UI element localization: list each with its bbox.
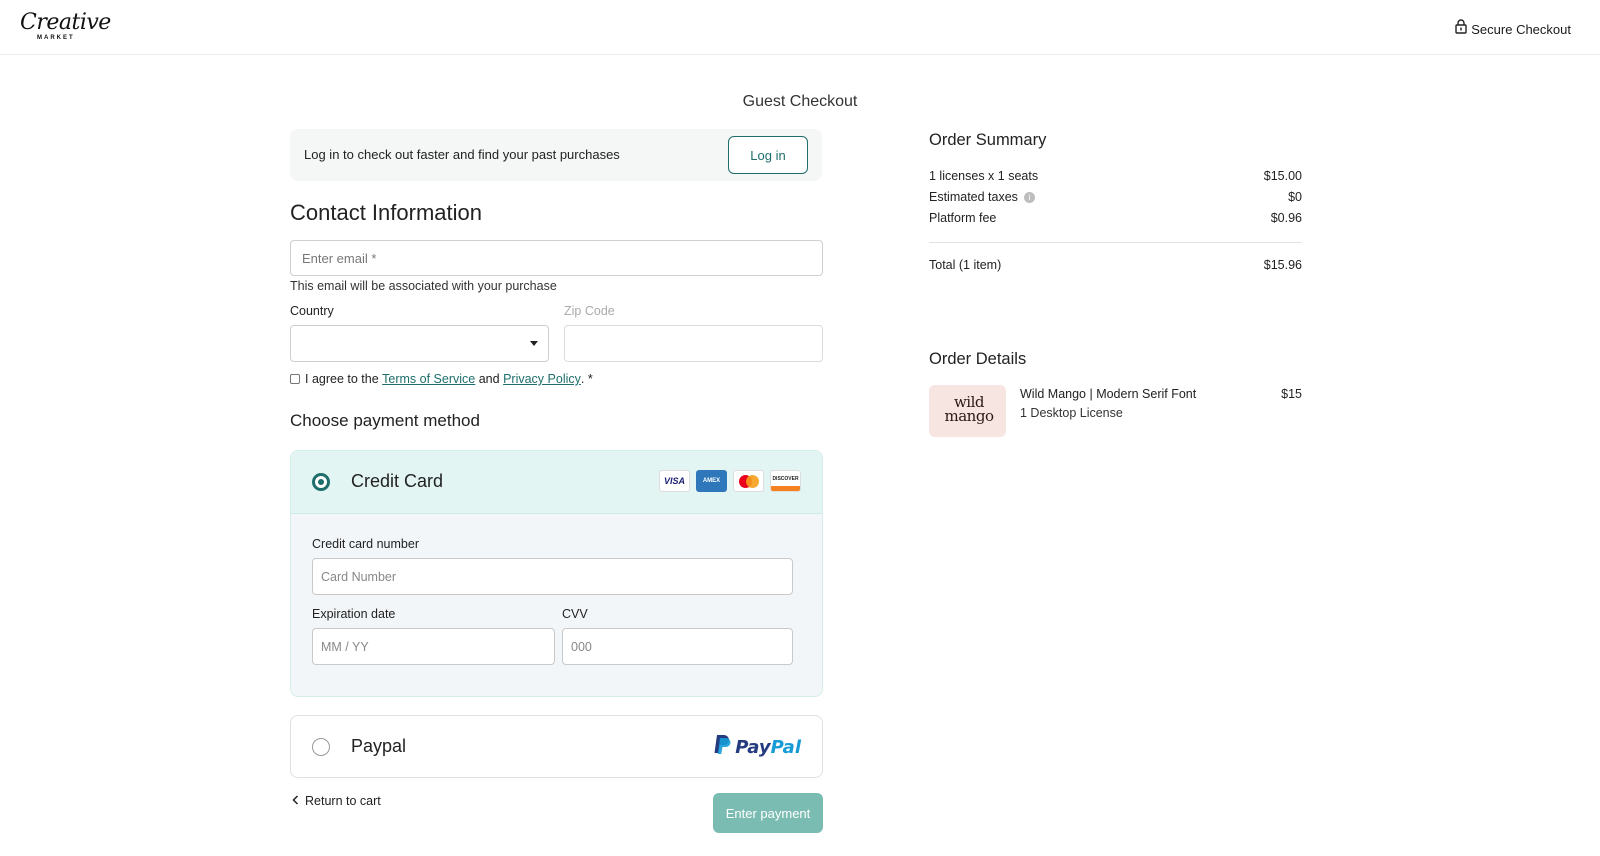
terms-checkbox[interactable]	[290, 374, 300, 384]
summary-label: 1 licenses x 1 seats	[929, 169, 1039, 183]
secure-checkout-label: Secure Checkout	[1471, 21, 1571, 37]
summary-divider	[929, 242, 1302, 243]
zip-code-label: Zip Code	[564, 304, 615, 318]
summary-value: $15.00	[1263, 169, 1302, 183]
credit-card-radio[interactable]	[312, 473, 330, 491]
return-to-cart-label: Return to cart	[305, 794, 381, 808]
card-number-field[interactable]	[312, 558, 793, 595]
mastercard-icon	[733, 470, 764, 492]
expiration-date-label: Expiration date	[312, 607, 396, 621]
terms-agreement: I agree to the Terms of Service and Priv…	[290, 372, 593, 386]
creative-market-logo[interactable]: Creative MARKET	[20, 10, 111, 44]
expiration-date-field[interactable]	[312, 628, 555, 665]
return-to-cart-link[interactable]: Return to cart	[292, 794, 381, 808]
summary-row-licenses: 1 licenses x 1 seats $15.00	[929, 169, 1302, 183]
discover-icon: DISCOVER	[770, 470, 801, 492]
log-in-button[interactable]: Log in	[728, 136, 808, 174]
total-value: $15.96	[1263, 258, 1302, 272]
paypal-option[interactable]: Paypal PayPal	[290, 715, 823, 778]
paypal-wordmark: PayPal	[735, 737, 801, 758]
login-banner-text: Log in to check out faster and find your…	[304, 147, 620, 162]
paypal-radio[interactable]	[312, 738, 330, 756]
agree-prefix: I agree to the	[305, 372, 379, 386]
product-thumbnail-art: wild mango	[941, 395, 997, 425]
order-details-heading: Order Details	[929, 350, 1027, 368]
paypal-word-pay: Pay	[735, 737, 771, 758]
summary-value: $0.96	[1270, 211, 1302, 225]
info-icon[interactable]: i	[1023, 192, 1035, 203]
email-hint: This email will be associated with your …	[290, 279, 557, 293]
card-brand-logos: VISA AMEX DISCOVER	[659, 470, 801, 492]
card-number-label: Credit card number	[312, 537, 419, 551]
credit-card-panel: Credit Card VISA AMEX DISCOVER Credit ca…	[290, 450, 823, 697]
paypal-logo: PayPal	[712, 734, 801, 761]
agree-and: and	[478, 372, 500, 386]
terms-of-service-link[interactable]: Terms of Service	[382, 372, 475, 386]
lock-icon	[1455, 19, 1467, 39]
caret-down-icon	[530, 341, 538, 346]
country-select[interactable]	[290, 325, 549, 362]
credit-card-option[interactable]: Credit Card VISA AMEX DISCOVER	[291, 451, 822, 514]
cvv-field[interactable]	[562, 628, 793, 665]
summary-row-taxes: Estimated taxes i $0	[929, 190, 1302, 204]
product-thumbnail[interactable]: wild mango	[929, 385, 1006, 437]
product-price: $15	[1281, 387, 1302, 401]
summary-label: Platform fee	[929, 211, 997, 225]
summary-label: Estimated taxes	[929, 190, 1018, 204]
order-summary-heading: Order Summary	[929, 131, 1047, 149]
contact-information-heading: Contact Information	[290, 200, 482, 225]
summary-row-total: Total (1 item) $15.96	[929, 258, 1302, 272]
privacy-policy-link[interactable]: Privacy Policy	[503, 372, 581, 386]
summary-row-platform-fee: Platform fee $0.96	[929, 211, 1302, 225]
amex-icon: AMEX	[696, 470, 727, 492]
total-label: Total (1 item)	[929, 258, 1002, 272]
top-header: Creative MARKET Secure Checkout	[0, 0, 1600, 55]
payment-method-heading: Choose payment method	[290, 411, 480, 430]
agree-suffix: . *	[580, 372, 593, 386]
country-label: Country	[290, 304, 334, 318]
product-license: 1 Desktop License	[1020, 406, 1123, 420]
thumb-line-2: mango	[944, 407, 994, 425]
email-field[interactable]	[290, 240, 823, 276]
paypal-label: Paypal	[351, 736, 407, 756]
credit-card-label: Credit Card	[351, 471, 444, 491]
enter-payment-button[interactable]: Enter payment	[713, 793, 823, 833]
paypal-word-pal: Pal	[770, 737, 801, 758]
paypal-p-icon	[712, 734, 732, 761]
zip-code-field[interactable]	[564, 325, 823, 362]
cvv-label: CVV	[562, 607, 588, 621]
secure-checkout-indicator: Secure Checkout	[1455, 19, 1571, 39]
product-name: Wild Mango | Modern Serif Font	[1020, 387, 1197, 401]
login-banner: Log in to check out faster and find your…	[290, 129, 822, 181]
page-title: Guest Checkout	[742, 93, 858, 110]
chevron-left-icon	[292, 794, 299, 808]
logo-wordmark: Creative	[20, 10, 111, 35]
summary-value: $0	[1288, 190, 1302, 204]
visa-icon: VISA	[659, 470, 690, 492]
logo-subtitle: MARKET	[37, 35, 75, 41]
